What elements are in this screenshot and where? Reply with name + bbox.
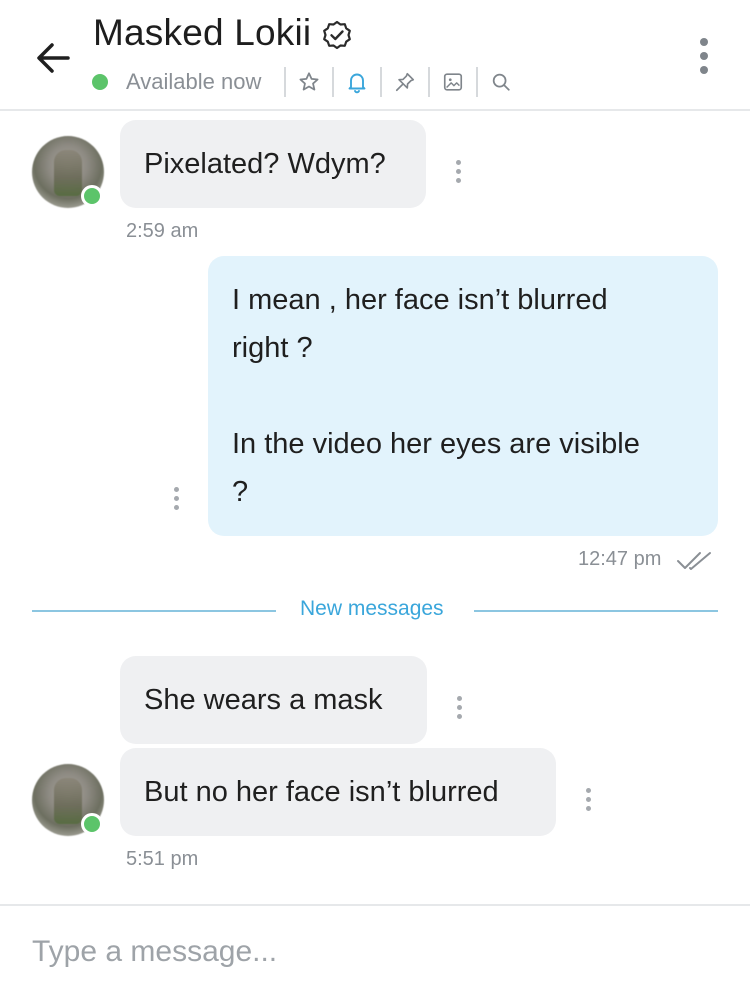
message-bubble-incoming[interactable]: She wears a mask <box>120 656 427 744</box>
double-check-icon <box>677 552 711 570</box>
message-input[interactable] <box>32 928 722 976</box>
message-line: I mean , her face isn’t blurred <box>232 284 608 316</box>
message-timestamp: 5:51 pm <box>126 848 199 870</box>
search-icon[interactable] <box>489 70 513 94</box>
message-options-icon[interactable] <box>453 696 465 724</box>
chat-header: Masked Lokii Available now <box>0 0 750 111</box>
message-timestamp: 2:59 am <box>126 220 199 242</box>
message-line: ? <box>232 476 249 508</box>
message-options-icon[interactable] <box>452 160 464 188</box>
online-indicator <box>81 813 103 835</box>
availability-status: Available now <box>126 69 262 94</box>
message-line: right ? <box>232 332 313 364</box>
title-row: Masked Lokii <box>93 12 353 54</box>
more-vertical-icon <box>700 38 708 74</box>
star-icon[interactable] <box>297 70 321 94</box>
toolbar-separator <box>380 67 383 97</box>
arrow-left-icon <box>37 43 70 73</box>
message-timestamp: 12:47 pm <box>578 548 662 570</box>
more-options-button[interactable] <box>694 36 714 76</box>
message-bubble-incoming[interactable]: But no her face isn’t blurred <box>120 748 556 836</box>
toolbar-separator <box>428 67 431 97</box>
message-composer <box>0 904 750 988</box>
online-indicator <box>81 185 103 207</box>
pin-icon[interactable] <box>393 70 417 94</box>
toolbar-separator <box>284 67 287 97</box>
image-icon[interactable] <box>441 70 465 94</box>
message-bubble-outgoing[interactable]: I mean , her face isn’t blurred right ? … <box>208 256 718 536</box>
message-text: But no her face isn’t blurred <box>144 776 499 808</box>
message-text: She wears a mask <box>144 684 383 716</box>
verified-badge-icon <box>323 20 352 50</box>
message-line: In the video her eyes are visible <box>232 428 640 460</box>
message-bubble-incoming[interactable]: Pixelated? Wdym? <box>120 120 426 208</box>
new-messages-divider: New messages <box>300 597 444 620</box>
back-button[interactable] <box>32 36 76 80</box>
divider-line <box>32 610 276 612</box>
toolbar-separator <box>476 67 479 97</box>
message-options-icon[interactable] <box>170 487 182 515</box>
toolbar-separator <box>332 67 335 97</box>
status-toolbar: Available now <box>92 66 513 98</box>
bell-icon[interactable] <box>345 70 369 94</box>
online-status-dot <box>92 74 108 90</box>
divider-line <box>474 610 718 612</box>
contact-name[interactable]: Masked Lokii <box>93 12 311 54</box>
message-text: Pixelated? Wdym? <box>144 148 386 180</box>
message-options-icon[interactable] <box>582 788 594 816</box>
